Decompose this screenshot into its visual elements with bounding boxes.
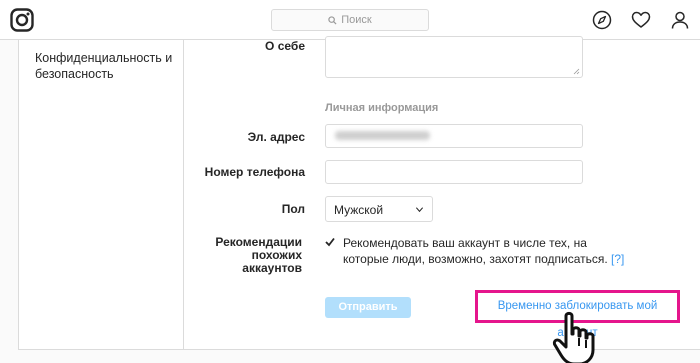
search-icon [328, 15, 337, 25]
personal-info-title: Личная информация [325, 102, 439, 114]
instagram-icon[interactable] [10, 8, 34, 32]
sidebar-item-privacy[interactable]: Конфиденциальность и безопасность [35, 50, 175, 82]
gender-select-value: Мужской [334, 203, 384, 217]
gender-select[interactable]: Мужской [325, 196, 433, 222]
submit-button[interactable]: Отправить [325, 297, 411, 318]
hand-pointer-icon [552, 311, 595, 363]
heart-icon[interactable] [631, 10, 651, 30]
phone-label: Номер телефона [204, 165, 305, 179]
email-value-blurred [335, 131, 430, 140]
bio-label: О себе [265, 39, 305, 53]
recommendations-label: Рекомендации похожих аккаунтов [215, 235, 302, 275]
recommendations-description: Рекомендовать ваш аккаунт в числе тех, н… [343, 236, 608, 266]
gender-label: Пол [281, 202, 305, 216]
top-navigation-bar: Поиск [0, 0, 700, 40]
checkmark-icon[interactable] [325, 237, 335, 247]
chevron-down-icon [415, 207, 424, 213]
bio-textarea[interactable] [325, 36, 583, 78]
search-input[interactable]: Поиск [271, 9, 429, 31]
phone-field[interactable] [325, 160, 583, 184]
email-label: Эл. адрес [247, 130, 305, 144]
settings-sidebar: Конфиденциальность и безопасность [19, 40, 184, 349]
recommendations-text: Рекомендовать ваш аккаунт в числе тех, н… [343, 235, 633, 267]
profile-icon[interactable] [670, 10, 690, 30]
resize-handle-icon[interactable] [573, 68, 580, 75]
search-placeholder: Поиск [341, 14, 372, 26]
help-link[interactable]: [?] [611, 252, 624, 266]
compass-icon[interactable] [592, 10, 612, 30]
